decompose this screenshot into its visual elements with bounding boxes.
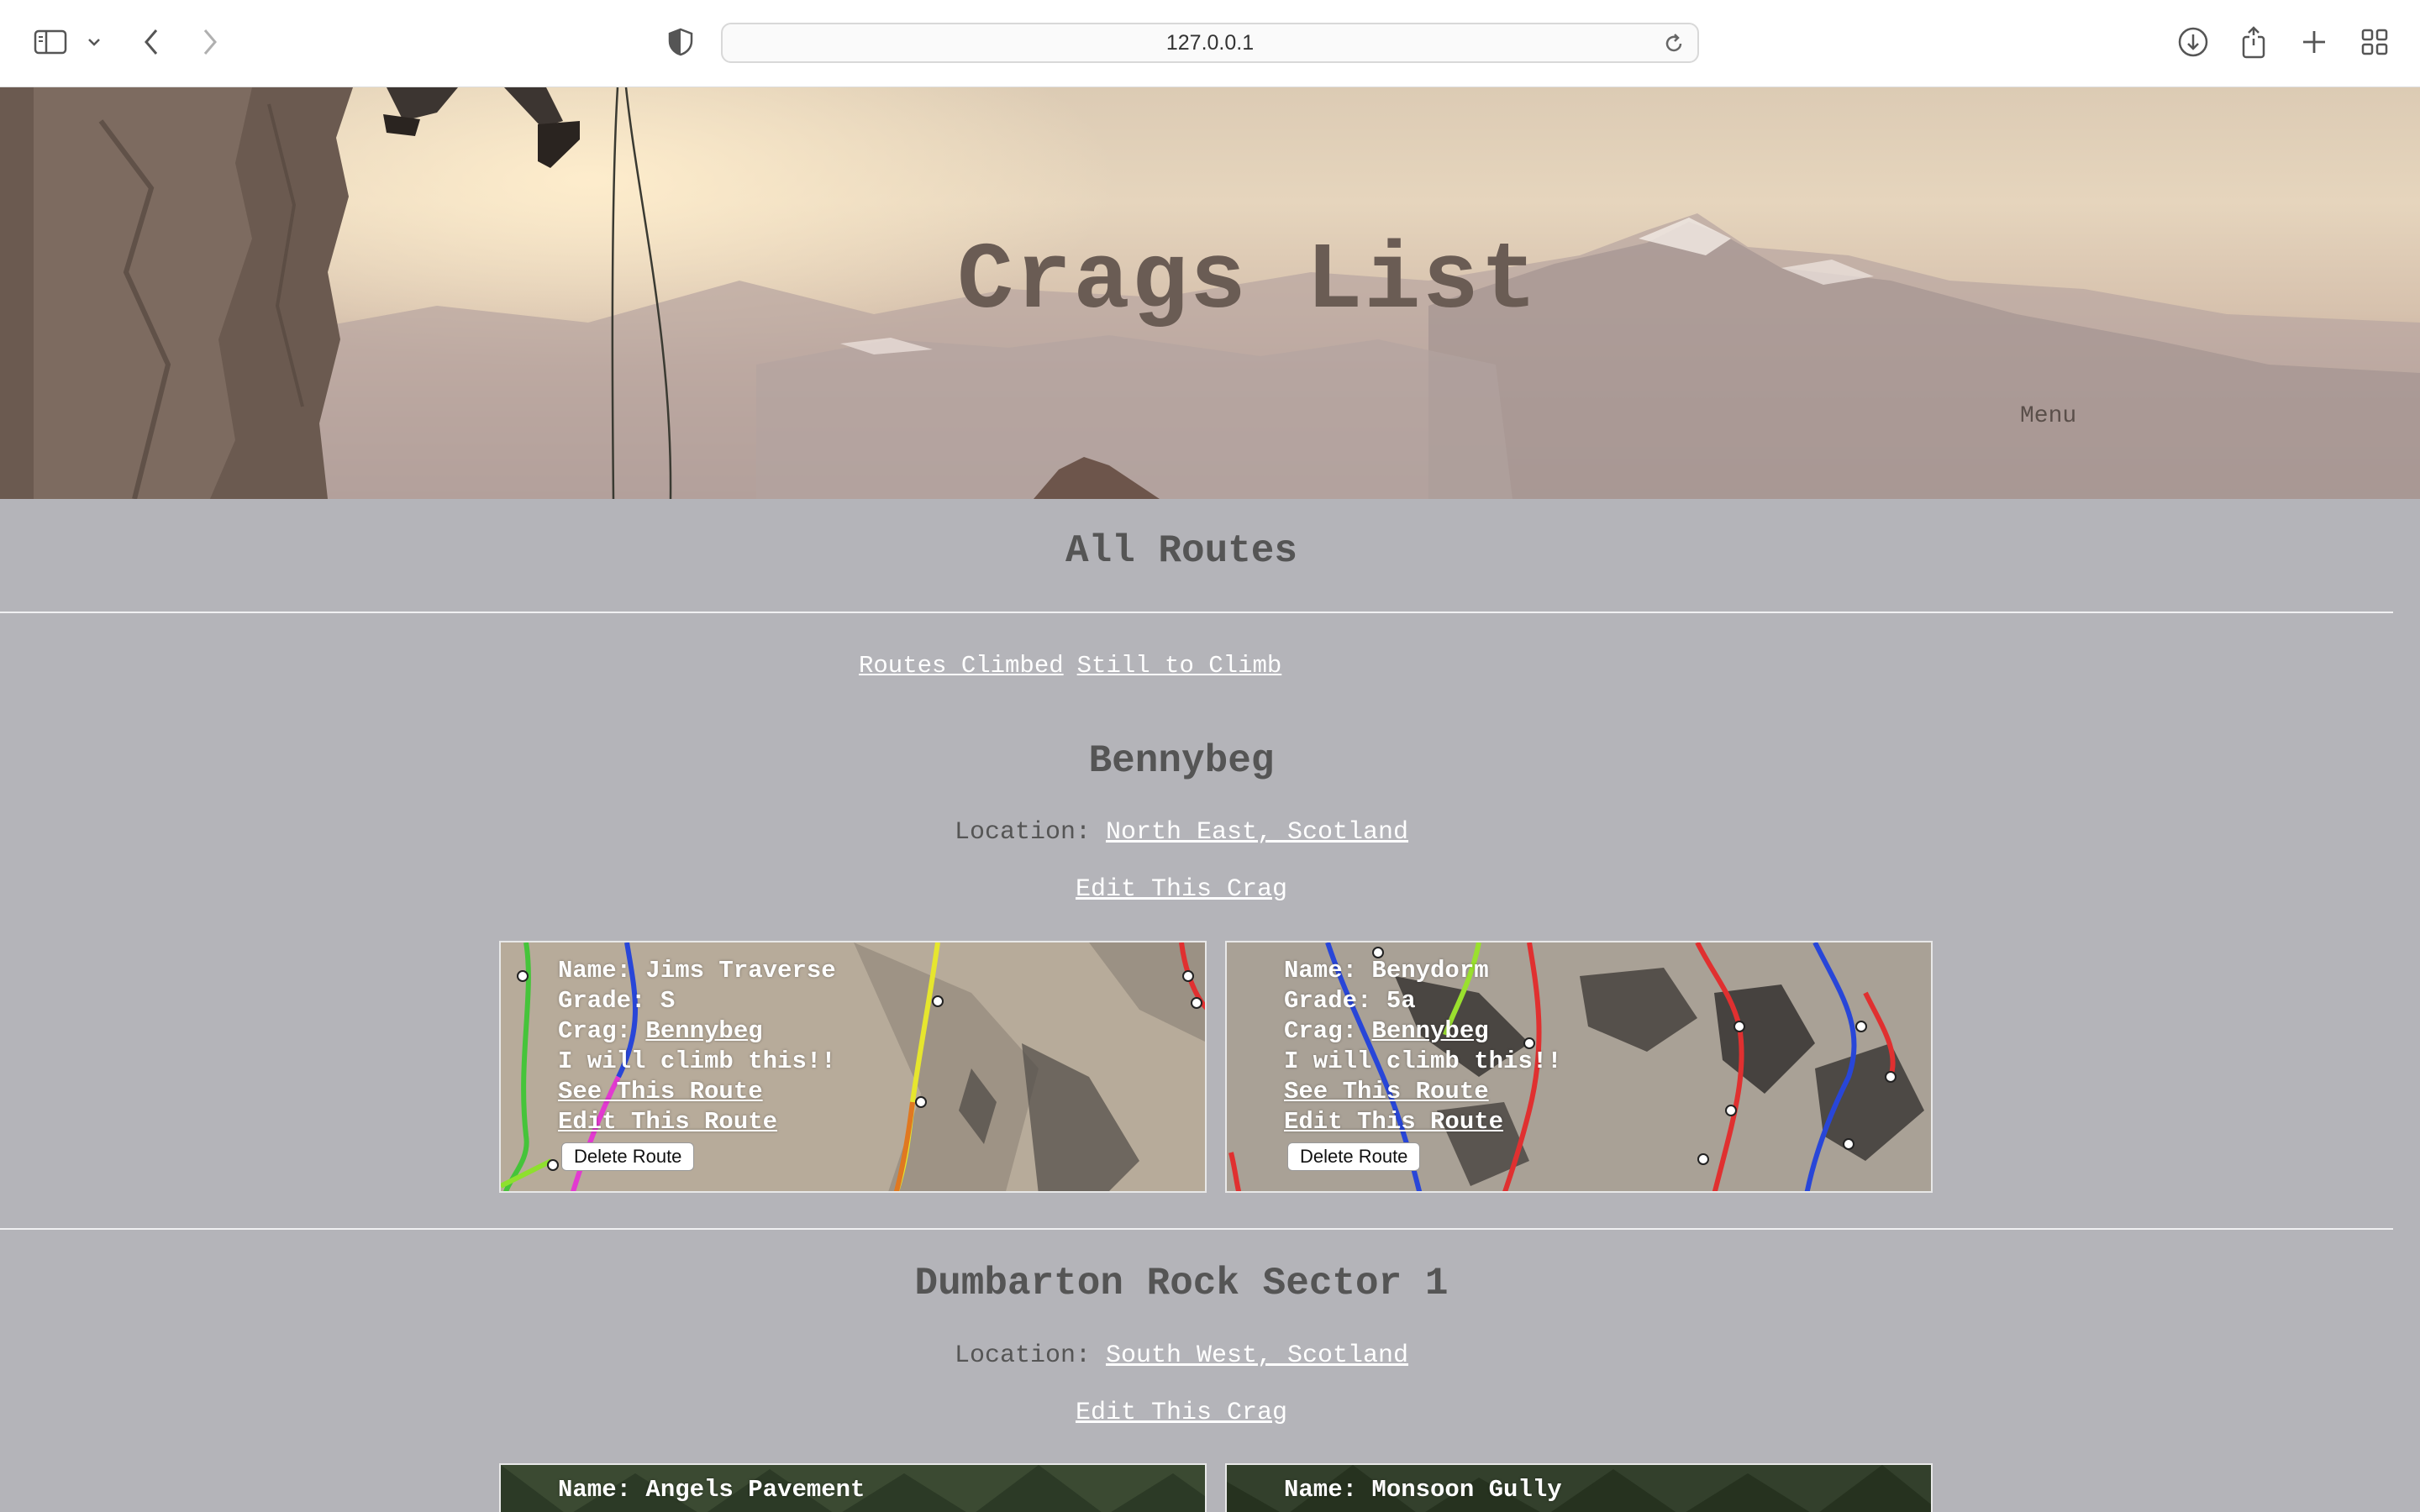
browser-toolbar: 127.0.0.1	[0, 0, 2420, 87]
routes-climbed-link[interactable]: Routes Climbed	[859, 652, 1064, 680]
location-link[interactable]: South West, Scotland	[1106, 1341, 1408, 1370]
route-status: I will climb this!!	[1284, 1047, 1562, 1075]
route-status: I will climb this!!	[558, 1047, 836, 1075]
crag-title: Dumbarton Rock Sector 1	[914, 1262, 1449, 1305]
location-link[interactable]: North East, Scotland	[1106, 818, 1408, 847]
address-bar[interactable]: 127.0.0.1	[721, 23, 1699, 63]
page-title: All Routes	[1065, 529, 1298, 573]
route-crag-link[interactable]: Bennybeg	[1371, 1017, 1488, 1045]
see-route-link[interactable]: See This Route	[1284, 1078, 1489, 1105]
delete-route-button[interactable]: Delete Route	[1287, 1142, 1421, 1171]
route-crag: Crag: Bennybeg	[558, 1017, 763, 1045]
menu-button[interactable]: Menu	[2020, 403, 2076, 429]
new-tab-icon[interactable]	[2294, 22, 2334, 62]
route-grade: Grade: 5a	[1284, 987, 1416, 1015]
route-crag-link[interactable]: Bennybeg	[645, 1017, 762, 1045]
hero-banner: Crags List Menu	[0, 87, 2420, 499]
location-label: Location:	[954, 818, 1091, 847]
site-title: Crags List	[956, 228, 1539, 335]
route-name: Name: Benydorm	[1284, 957, 1489, 984]
route-grade: Grade: S	[558, 987, 676, 1015]
share-icon[interactable]	[2233, 22, 2274, 62]
crag-title: Bennybeg	[1088, 739, 1275, 783]
route-crag: Crag: Bennybeg	[1284, 1017, 1489, 1045]
chevron-down-icon[interactable]	[74, 22, 114, 62]
url-text: 127.0.0.1	[1165, 31, 1255, 55]
edit-crag: Edit This Crag	[0, 1399, 2363, 1427]
crag-location: Location: South West, Scotland	[0, 1341, 2363, 1370]
edit-crag-link[interactable]: Edit This Crag	[1076, 1399, 1287, 1427]
sidebar-toggle-icon[interactable]	[30, 22, 71, 62]
edit-crag-link[interactable]: Edit This Crag	[1076, 875, 1287, 904]
route-card: Name: Jims Traverse Grade: S Crag: Benny…	[499, 941, 1207, 1193]
filter-links: Routes Climbed Still to Climb	[859, 652, 1295, 680]
route-name: Name: Jims Traverse	[558, 957, 836, 984]
route-card: Name: Monsoon Gully	[1225, 1463, 1933, 1512]
tab-overview-icon[interactable]	[2354, 22, 2395, 62]
back-icon[interactable]	[131, 22, 171, 62]
route-name: Name: Angels Pavement	[558, 1476, 865, 1504]
route-info: Name: Angels Pavement	[558, 1475, 865, 1505]
divider	[0, 612, 2393, 613]
route-info: Name: Jims Traverse Grade: S Crag: Benny…	[558, 956, 836, 1137]
reload-icon[interactable]	[1662, 32, 1686, 60]
route-name: Name: Monsoon Gully	[1284, 1476, 1562, 1504]
forward-icon[interactable]	[190, 22, 230, 62]
privacy-shield-icon[interactable]	[660, 22, 701, 62]
route-card: Name: Benydorm Grade: 5a Crag: Bennybeg …	[1225, 941, 1933, 1193]
crag-location: Location: North East, Scotland	[0, 818, 2363, 847]
location-label: Location:	[954, 1341, 1091, 1370]
download-icon[interactable]	[2173, 22, 2213, 62]
still-to-climb-link[interactable]: Still to Climb	[1077, 652, 1282, 680]
route-info: Name: Benydorm Grade: 5a Crag: Bennybeg …	[1284, 956, 1562, 1137]
edit-crag: Edit This Crag	[0, 875, 2363, 904]
edit-route-link[interactable]: Edit This Route	[1284, 1108, 1503, 1136]
divider	[0, 1228, 2393, 1230]
delete-route-button[interactable]: Delete Route	[561, 1142, 695, 1171]
see-route-link[interactable]: See This Route	[558, 1078, 763, 1105]
route-info: Name: Monsoon Gully	[1284, 1475, 1562, 1505]
route-card: Name: Angels Pavement	[499, 1463, 1207, 1512]
edit-route-link[interactable]: Edit This Route	[558, 1108, 777, 1136]
